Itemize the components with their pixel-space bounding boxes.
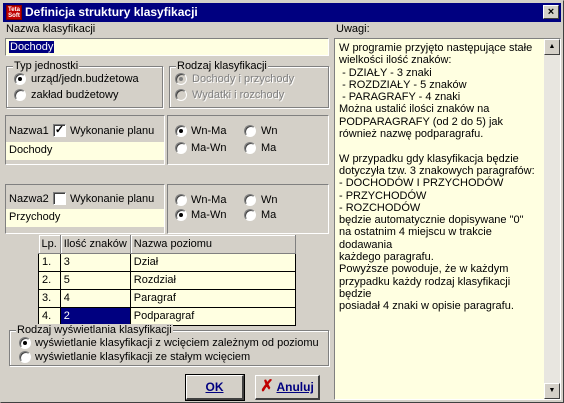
name2-option-mawn: Ma-Wn <box>191 209 227 221</box>
cell-level-name[interactable]: Paragraf <box>129 288 296 308</box>
name1-option-mawn: Ma-Wn <box>191 142 227 154</box>
cell-chars[interactable]: 5 <box>59 270 131 290</box>
name2-radio-ma[interactable] <box>244 209 256 221</box>
name1-radio-ma[interactable] <box>244 142 256 154</box>
title-bar[interactable]: Teta Soft Definicja struktury klasyfikac… <box>3 3 561 22</box>
cancel-icon: ✗ <box>260 378 274 395</box>
arrow-up-icon: ▲ <box>548 43 556 50</box>
classification-kind-radio-0[interactable] <box>175 73 187 85</box>
notes-label: Uwagi: <box>336 23 370 35</box>
name2-radio-wn[interactable] <box>244 194 256 206</box>
display-kind-title: Rodzaj wyświetlania klasyfikacji <box>16 324 173 336</box>
scroll-up-button[interactable]: ▲ <box>544 39 560 55</box>
close-icon: × <box>547 6 555 18</box>
cell-lp[interactable]: 1. <box>38 252 61 272</box>
close-button[interactable]: × <box>543 5 559 19</box>
table-row[interactable]: 3. 4 Paragraf <box>38 288 296 308</box>
cell-lp[interactable]: 3. <box>38 288 61 308</box>
cell-chars-selected[interactable]: 2 <box>59 306 131 326</box>
unit-type-option-1: zakład budżetowy <box>31 89 119 101</box>
cell-level-name[interactable]: Dział <box>129 252 296 272</box>
notes-memo[interactable]: W programie przyjęto następujące stałe w… <box>334 38 561 400</box>
name2-plan-checkbox[interactable] <box>53 192 66 205</box>
name1-plan-label: Wykonanie planu <box>70 125 155 137</box>
name1-value: Dochody <box>9 144 53 156</box>
name1-plan-checkbox[interactable]: ✓ <box>53 124 66 137</box>
unit-type-radio-1[interactable] <box>14 89 26 101</box>
name2-plan-label: Wykonanie planu <box>70 193 155 205</box>
notes-scrollbar[interactable]: ▲ ▼ <box>544 39 560 399</box>
check-icon: ✓ <box>54 124 65 136</box>
name2-input[interactable]: Przychody <box>6 209 164 227</box>
name1-option-wn: Wn <box>261 125 278 137</box>
display-kind-option-1: wyświetlanie klasyfikacji ze stałym wcię… <box>35 351 251 363</box>
display-kind-radio-1[interactable] <box>19 351 31 363</box>
cancel-button[interactable]: ✗ Anuluj <box>255 375 320 400</box>
cell-level-name[interactable]: Rozdział <box>129 270 296 290</box>
cancel-label: Anuluj <box>276 380 314 394</box>
name2-label: Nazwa2 <box>9 193 49 205</box>
name1-label: Nazwa1 <box>9 125 49 137</box>
classification-name-label: Nazwa klasyfikacji <box>6 23 96 35</box>
display-kind-option-0: wyświetlanie klasyfikacji z wcięciem zal… <box>35 337 319 349</box>
unit-type-option-0: urząd/jedn.budżetowa <box>31 73 139 85</box>
classification-kind-option-0: Dochody i przychody <box>192 73 295 85</box>
cell-lp[interactable]: 2. <box>38 270 61 290</box>
classification-kind-radio-1[interactable] <box>175 89 187 101</box>
name2-radio-mawn[interactable] <box>175 209 187 221</box>
display-kind-radio-0[interactable] <box>19 337 31 349</box>
ok-label: OK <box>205 380 224 394</box>
cell-chars[interactable]: 3 <box>59 252 131 272</box>
unit-type-radio-0[interactable] <box>14 73 26 85</box>
name2-radio-wnma[interactable] <box>175 194 187 206</box>
column-header-level-name[interactable]: Nazwa poziomu <box>130 235 296 254</box>
classification-name-value: Dochody <box>9 41 55 53</box>
cell-lp[interactable]: 4. <box>38 306 61 326</box>
name1-side-panel <box>167 115 329 165</box>
name2-option-wn: Wn <box>261 194 278 206</box>
cell-chars[interactable]: 4 <box>59 288 131 308</box>
arrow-down-icon: ▼ <box>548 387 556 394</box>
name1-radio-mawn[interactable] <box>175 142 187 154</box>
name1-radio-wnma[interactable] <box>175 125 187 137</box>
name2-value: Przychody <box>9 211 61 223</box>
name2-option-ma: Ma <box>261 209 277 221</box>
name1-option-wnma: Wn-Ma <box>191 125 227 137</box>
unit-type-title: Typ jednostki <box>13 60 80 72</box>
table-row[interactable]: 4. 2 Podparagraf <box>38 306 296 326</box>
name1-radio-wn[interactable] <box>244 125 256 137</box>
classification-kind-title: Rodzaj klasyfikacji <box>176 60 268 72</box>
column-header-lp[interactable]: Lp. <box>38 235 61 254</box>
table-row[interactable]: 1. 3 Dział <box>38 252 296 272</box>
levels-table[interactable]: Lp. Ilość znaków Nazwa poziomu 1. 3 Dzia… <box>38 235 296 326</box>
cell-level-name[interactable]: Podparagraf <box>129 306 296 326</box>
scroll-down-button[interactable]: ▼ <box>544 383 560 399</box>
ok-button[interactable]: OK <box>185 374 245 401</box>
window-title: Definicja struktury klasyfikacji <box>25 5 198 19</box>
table-row[interactable]: 2. 5 Rozdział <box>38 270 296 290</box>
app-icon: Teta Soft <box>6 5 22 20</box>
notes-text: W programie przyjęto następujące stałe w… <box>339 42 535 313</box>
table-header-row: Lp. Ilość znaków Nazwa poziomu <box>38 235 296 254</box>
name1-option-ma: Ma <box>261 142 277 154</box>
column-header-chars[interactable]: Ilość znaków <box>60 235 131 254</box>
classification-name-input[interactable]: Dochody <box>5 38 329 56</box>
name1-input[interactable]: Dochody <box>6 142 164 160</box>
classification-kind-option-1: Wydatki i rozchody <box>192 89 285 101</box>
dialog-window: Teta Soft Definicja struktury klasyfikac… <box>0 0 564 403</box>
name2-option-wnma: Wn-Ma <box>191 194 227 206</box>
